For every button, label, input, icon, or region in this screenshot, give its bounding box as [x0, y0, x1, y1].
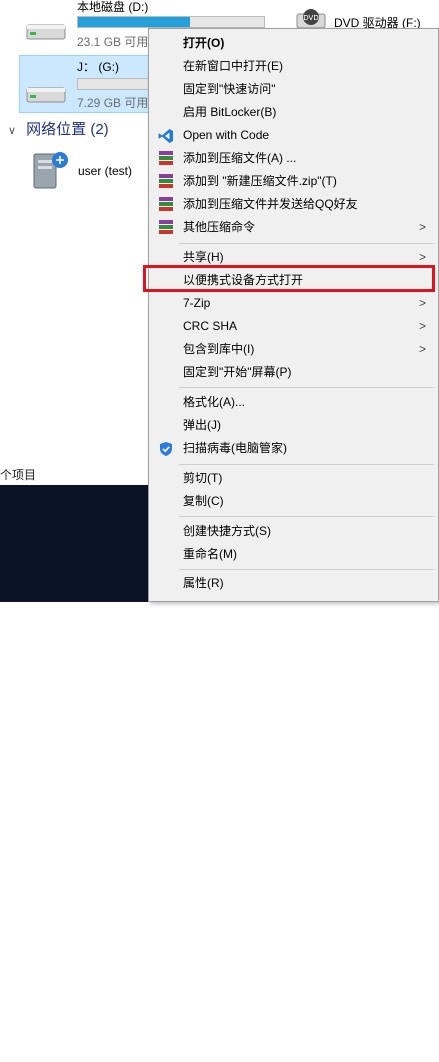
menu-item-scan-virus[interactable]: 扫描病毒(电脑管家)	[149, 437, 438, 460]
shield-icon	[160, 442, 172, 456]
menu-item-label: 其他压缩命令	[183, 220, 256, 234]
winrar-icon	[159, 151, 173, 165]
menu-item-label: 弹出(J)	[183, 418, 221, 432]
group-title: 网络位置 (2)	[26, 121, 109, 138]
menu-item-label: 扫描病毒(电脑管家)	[183, 441, 287, 455]
drive-usage-bar	[77, 78, 157, 90]
drive-free-space: 7.29 GB 可用	[77, 96, 149, 110]
menu-separator	[179, 243, 434, 244]
hard-drive-icon	[26, 87, 66, 103]
menu-item-create-shortcut[interactable]: 创建快捷方式(S)	[149, 520, 438, 543]
menu-item-add-to-archive[interactable]: 添加到压缩文件(A) ...	[149, 147, 438, 170]
menu-item-label: 启用 BitLocker(B)	[183, 105, 277, 119]
menu-item-label: 剪切(T)	[183, 471, 223, 485]
menu-item-label: 添加到压缩文件(A) ...	[183, 151, 297, 165]
network-item[interactable]: user (test)	[28, 148, 148, 198]
chevron-right-icon: >	[418, 342, 426, 356]
menu-item-label: CRC SHA	[183, 319, 238, 333]
drive-g[interactable]: J： (G:) 7.29 GB 可用	[20, 55, 166, 113]
menu-item-cut[interactable]: 剪切(T)	[149, 467, 438, 490]
menu-item-label: 在新窗口中打开(E)	[183, 59, 283, 73]
menu-item-label: 包含到库中(I)	[183, 342, 255, 356]
menu-item-label: 复制(C)	[183, 494, 224, 508]
chevron-right-icon: >	[418, 319, 426, 333]
menu-item-label: 重命名(M)	[183, 547, 237, 561]
menu-item-properties[interactable]: 属性(R)	[149, 572, 438, 595]
menu-item-open-new-window[interactable]: 在新窗口中打开(E)	[149, 55, 438, 78]
drive-free-space: 23.1 GB 可用	[77, 35, 149, 49]
menu-item-label: 打开(O)	[183, 36, 225, 50]
menu-separator	[179, 387, 434, 388]
network-location-icon	[33, 152, 68, 189]
chevron-right-icon: >	[418, 220, 426, 234]
menu-item-label: 固定到"快速访问"	[183, 82, 276, 96]
menu-item-label: 属性(R)	[183, 576, 224, 590]
menu-item-rename[interactable]: 重命名(M)	[149, 543, 438, 566]
drive-usage-bar	[77, 16, 265, 28]
menu-item-label: 格式化(A)...	[183, 395, 245, 409]
menu-separator	[179, 464, 434, 465]
menu-item-other-compress[interactable]: 其他压缩命令 >	[149, 216, 438, 239]
chevron-down-icon: ∨	[8, 125, 17, 137]
highlight-box	[143, 265, 435, 292]
menu-item-7zip[interactable]: 7-Zip >	[149, 292, 438, 315]
menu-item-format[interactable]: 格式化(A)...	[149, 391, 438, 414]
menu-item-archive-send-qq[interactable]: 添加到压缩文件并发送给QQ好友	[149, 193, 438, 216]
watermark: Baidu 经验	[315, 1044, 388, 1061]
winrar-icon	[159, 197, 173, 211]
menu-item-crc-sha[interactable]: CRC SHA >	[149, 315, 438, 338]
menu-item-eject[interactable]: 弹出(J)	[149, 414, 438, 437]
drive-name: 本地磁盘 (D:)	[77, 0, 149, 14]
menu-item-label: 添加到 "新建压缩文件.zip"(T)	[183, 174, 337, 188]
status-bar-text: 个项目	[0, 468, 37, 482]
menu-item-bitlocker[interactable]: 启用 BitLocker(B)	[149, 101, 438, 124]
menu-item-pin-quick-access[interactable]: 固定到"快速访问"	[149, 78, 438, 101]
drive-name: J： (G:)	[77, 60, 119, 74]
menu-separator	[179, 516, 434, 517]
chevron-right-icon: >	[418, 296, 426, 310]
svg-text:DVD: DVD	[303, 14, 318, 22]
menu-item-open-with-code[interactable]: Open with Code	[149, 124, 438, 147]
winrar-icon	[159, 220, 173, 234]
menu-item-label: 添加到压缩文件并发送给QQ好友	[183, 197, 358, 211]
vscode-icon	[158, 129, 173, 143]
menu-item-copy[interactable]: 复制(C)	[149, 490, 438, 513]
menu-separator	[179, 569, 434, 570]
hard-drive-icon	[26, 24, 66, 40]
network-locations-header[interactable]: ∨ 网络位置 (2)	[8, 118, 109, 139]
menu-item-add-to-zip[interactable]: 添加到 "新建压缩文件.zip"(T)	[149, 170, 438, 193]
menu-item-label: 创建快捷方式(S)	[183, 524, 271, 538]
winrar-icon	[159, 174, 173, 188]
menu-item-include-in-library[interactable]: 包含到库中(I) >	[149, 338, 438, 361]
menu-item-label: 固定到"开始"屏幕(P)	[183, 365, 292, 379]
context-menu: 打开(O) 在新窗口中打开(E) 固定到"快速访问" 启用 BitLocker(…	[148, 28, 439, 602]
menu-item-pin-to-start[interactable]: 固定到"开始"屏幕(P)	[149, 361, 438, 384]
menu-item-label: Open with Code	[183, 128, 270, 142]
menu-item-label: 7-Zip	[183, 296, 211, 310]
menu-item-open[interactable]: 打开(O)	[149, 32, 438, 55]
network-item-label: user (test)	[78, 164, 133, 178]
